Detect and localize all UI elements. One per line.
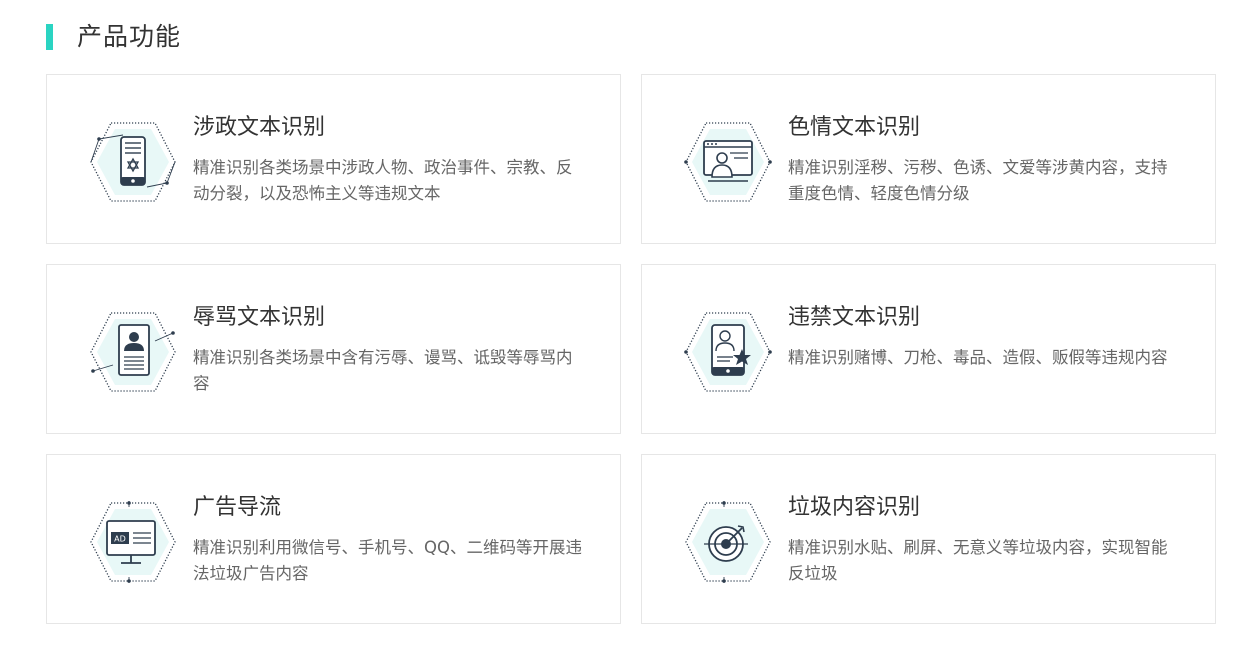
phone-star-of-david-icon (83, 121, 183, 203)
target-icon (678, 501, 778, 583)
feature-card-description: 精准识别利用微信号、手机号、QQ、二维码等开展违法垃圾广告内容 (193, 538, 582, 583)
id-card-person-icon (83, 311, 183, 393)
section-header: 产品功能 (46, 22, 181, 52)
feature-card-title: 辱骂文本识别 (193, 305, 326, 330)
feature-card-title: 垃圾内容识别 (788, 495, 921, 520)
feature-card-porn[interactable]: 色情文本识别 精准识别淫秽、污秽、色诱、文爱等涉黄内容，支持重度色情、轻度色情分… (641, 74, 1216, 244)
section-accent-bar (46, 24, 53, 50)
feature-card-description: 精准识别各类场景中含有污辱、谩骂、诋毁等辱骂内容 (193, 348, 573, 393)
svg-text:AD: AD (114, 535, 126, 544)
feature-card-title: 涉政文本识别 (193, 115, 326, 140)
section-title: 产品功能 (77, 22, 182, 51)
feature-card-title: 色情文本识别 (788, 115, 921, 140)
feature-card-political[interactable]: 涉政文本识别 精准识别各类场景中涉政人物、政治事件、宗教、反动分裂，以及恐怖主义… (46, 74, 621, 244)
feature-card-description: 精准识别赌博、刀枪、毒品、造假、贩假等违规内容 (788, 348, 1168, 367)
feature-card-title: 违禁文本识别 (788, 305, 921, 330)
tablet-star-icon (678, 311, 778, 393)
feature-card-spam[interactable]: 垃圾内容识别 精准识别水贴、刷屏、无意义等垃圾内容，实现智能反垃圾 (641, 454, 1216, 624)
monitor-person-icon (678, 121, 778, 203)
ad-board-icon: AD (83, 501, 183, 583)
feature-card-ad-diversion[interactable]: AD 广告导流 精准识别利用微信号、手机号、QQ、二维码等开展违法垃圾广告内容 (46, 454, 621, 624)
feature-card-abuse[interactable]: 辱骂文本识别 精准识别各类场景中含有污辱、谩骂、诋毁等辱骂内容 (46, 264, 621, 434)
feature-card-prohibited[interactable]: 违禁文本识别 精准识别赌博、刀枪、毒品、造假、贩假等违规内容 (641, 264, 1216, 434)
feature-card-description: 精准识别水贴、刷屏、无意义等垃圾内容，实现智能反垃圾 (788, 538, 1168, 583)
feature-cards-grid: 涉政文本识别 精准识别各类场景中涉政人物、政治事件、宗教、反动分裂，以及恐怖主义… (46, 74, 1216, 624)
feature-card-title: 广告导流 (193, 495, 282, 520)
feature-card-description: 精准识别淫秽、污秽、色诱、文爱等涉黄内容，支持重度色情、轻度色情分级 (788, 158, 1168, 203)
feature-card-description: 精准识别各类场景中涉政人物、政治事件、宗教、反动分裂，以及恐怖主义等违规文本 (193, 158, 573, 203)
